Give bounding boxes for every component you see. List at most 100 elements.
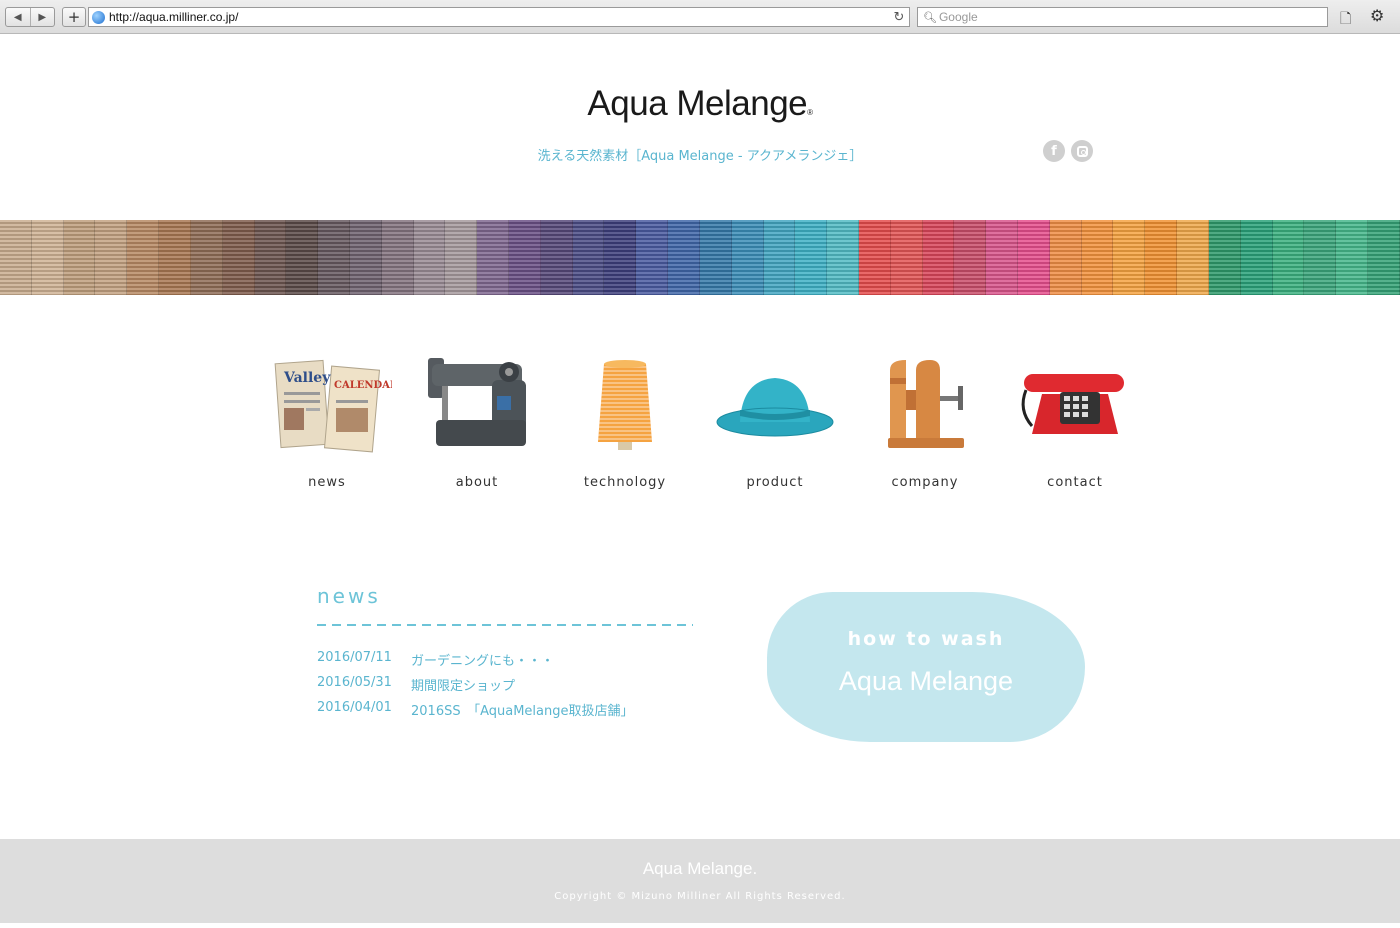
nav-about[interactable]: about <box>412 350 542 500</box>
yarn-strand <box>890 220 923 295</box>
hat-block-icon <box>888 360 964 448</box>
nav-about-label: about <box>455 475 499 490</box>
site-footer: Aqua Melange. Copyright © Mizuno Milline… <box>0 839 1400 923</box>
yarn-strand <box>63 220 96 295</box>
add-bookmark-button[interactable]: + <box>62 7 86 27</box>
yarn-strand <box>31 220 64 295</box>
yarn-strand <box>604 220 637 295</box>
yarn-strand <box>159 220 191 295</box>
nav-company-label: company <box>891 475 959 490</box>
yarn-strand <box>1018 220 1050 295</box>
nav-technology[interactable]: technology <box>560 350 690 500</box>
search-box[interactable]: 🔍︎ <box>917 7 1328 27</box>
yarn-strand <box>413 220 446 295</box>
url-text[interactable]: http://aqua.milliner.co.jp/ <box>109 10 889 24</box>
news-date: 2016/04/01 <box>317 700 392 715</box>
news-headline[interactable]: 2016SS 「AquaMelange取扱店舗」 <box>411 700 634 719</box>
nav-company[interactable]: company <box>860 350 990 500</box>
history-buttons: ◀ ▶ <box>5 7 55 27</box>
back-arrow-icon: ◀ <box>13 11 22 23</box>
yarn-strand <box>986 220 1018 295</box>
yarn-strand <box>445 220 478 295</box>
yarn-strand <box>1336 220 1368 295</box>
yarn-strand <box>381 220 414 295</box>
nav-product[interactable]: product <box>710 350 840 500</box>
yarn-strand <box>1367 220 1400 295</box>
yarn-strand <box>286 220 319 295</box>
footer-copyright: Copyright © Mizuno Milliner All Rights R… <box>554 891 846 902</box>
registered-mark: ® <box>807 108 813 117</box>
nav-contact[interactable]: contact <box>1010 350 1140 500</box>
news-item[interactable]: 2016/04/01 2016SS 「AquaMelange取扱店舗」 <box>317 700 634 719</box>
yarn-strand <box>572 220 605 295</box>
yarn-strand <box>127 220 160 295</box>
instagram-glyph <box>1076 145 1088 157</box>
hat-icon <box>716 378 834 437</box>
yarn-strand <box>795 220 828 295</box>
yarn-strand <box>254 220 287 295</box>
yarn-strand <box>1208 220 1241 295</box>
telephone-icon <box>1021 374 1124 434</box>
yarn-strand <box>1240 220 1273 295</box>
yarn-strand <box>827 220 859 295</box>
yarn-strand <box>1145 220 1178 295</box>
nav-news-label: news <box>308 475 346 490</box>
how-to-wash-label: how to wash <box>847 628 1005 650</box>
footer-logo: Aqua Melange. <box>642 859 758 878</box>
yarn-strand <box>318 220 350 295</box>
yarn-strand <box>636 220 669 295</box>
yarn-strand <box>190 220 223 295</box>
yarn-strand <box>540 220 573 295</box>
yarn-strand <box>1113 220 1146 295</box>
reload-icon[interactable]: ↻ <box>889 10 909 25</box>
news-item[interactable]: 2016/07/11 ガーデニングにも・・・ <box>317 650 554 669</box>
newspaper-icon: Valley CALENDAR <box>274 359 392 453</box>
yarn-strand <box>1304 220 1337 295</box>
page-menu-icon[interactable]: 🗋 <box>1340 8 1351 32</box>
site-tagline: 洗える天然素材［Aqua Melange - アクアメランジェ］ <box>537 149 863 164</box>
yarn-strand <box>858 220 891 295</box>
nav-news[interactable]: Valley CALENDAR news <box>262 350 392 500</box>
yarn-strand <box>1177 220 1209 295</box>
gear-icon[interactable]: ⚙ <box>1370 6 1384 25</box>
yarn-strand <box>477 220 509 295</box>
news-date: 2016/07/11 <box>317 650 392 665</box>
back-button[interactable]: ◀ <box>6 8 30 26</box>
site-logo-text: Aqua Melange <box>587 84 808 123</box>
how-to-wash-button[interactable]: how to wash Aqua Melange <box>767 592 1085 742</box>
instagram-icon[interactable] <box>1071 140 1093 162</box>
yarn-strand <box>763 220 796 295</box>
yarn-strand <box>1272 220 1305 295</box>
site-logo[interactable]: Aqua Melange® <box>0 84 1400 124</box>
yarn-strand <box>668 220 700 295</box>
facebook-icon[interactable]: f <box>1043 140 1065 162</box>
address-bar[interactable]: http://aqua.milliner.co.jp/ ↻ <box>88 7 910 27</box>
yarn-strand <box>222 220 255 295</box>
yarn-strand <box>699 220 732 295</box>
search-input[interactable] <box>938 10 1327 24</box>
newspaper-title-a: Valley <box>283 370 331 386</box>
news-item[interactable]: 2016/05/31 期間限定ショップ <box>317 675 515 694</box>
news-headline[interactable]: ガーデニングにも・・・ <box>411 650 554 669</box>
news-headline[interactable]: 期間限定ショップ <box>411 675 515 694</box>
plus-icon: + <box>67 8 81 26</box>
yarn-strand <box>1081 220 1114 295</box>
how-to-wash-logo: Aqua Melange <box>838 666 1014 696</box>
yarn-strand <box>922 220 955 295</box>
yarn-strand <box>95 220 128 295</box>
nav-technology-label: technology <box>583 475 667 490</box>
globe-icon <box>92 10 105 24</box>
forward-button[interactable]: ▶ <box>29 8 55 26</box>
news-divider <box>317 624 693 626</box>
nav-contact-label: contact <box>1047 475 1103 490</box>
news-date: 2016/05/31 <box>317 675 392 690</box>
search-icon[interactable]: 🔍︎ <box>918 11 939 24</box>
sewing-machine-icon <box>428 358 526 446</box>
yarn-banner <box>0 220 1400 295</box>
yarn-strand <box>731 220 764 295</box>
nav-product-label: product <box>746 475 804 490</box>
yarn-strand <box>509 220 541 295</box>
yarn-cone-icon <box>598 360 652 450</box>
forward-arrow-icon: ▶ <box>38 11 47 23</box>
newspaper-title-b: CALENDAR <box>334 380 392 391</box>
